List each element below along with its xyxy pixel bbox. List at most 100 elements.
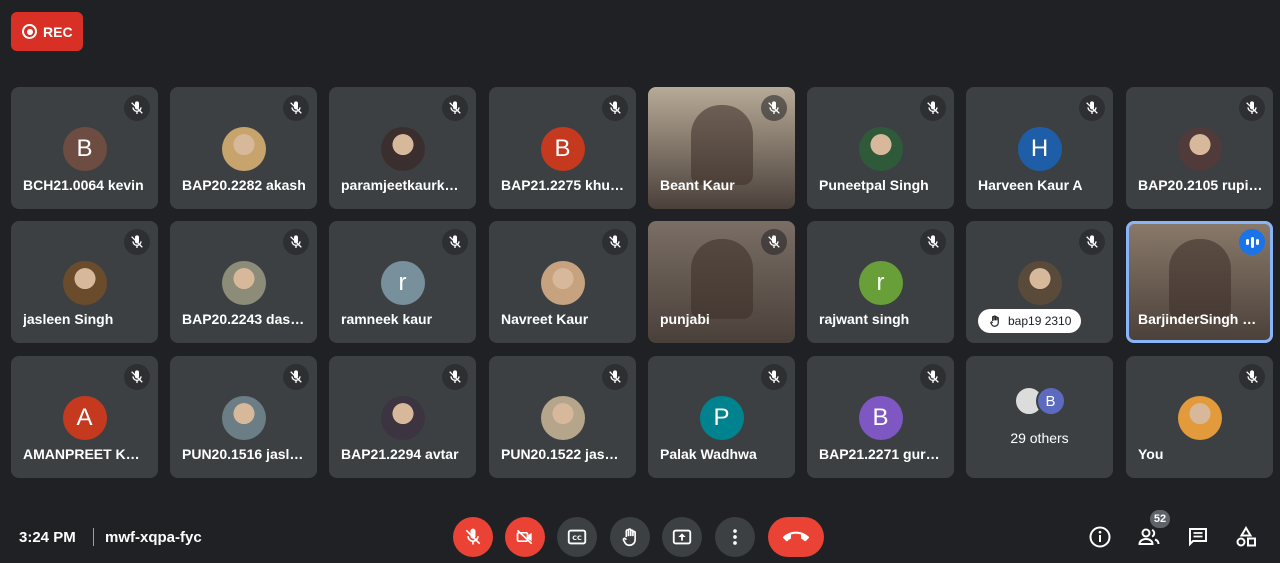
- participant-tile[interactable]: jasleen Singh: [11, 221, 158, 343]
- avatar: [1017, 261, 1062, 305]
- raise-hand-icon: [622, 528, 636, 547]
- participant-name: jasleen Singh: [23, 311, 114, 327]
- participant-tile[interactable]: BAP20.2282 akash: [170, 87, 317, 209]
- avatar: r: [858, 261, 903, 305]
- participant-tile[interactable]: PUN20.1522 jaspreet: [489, 356, 636, 478]
- raise-hand-button[interactable]: [610, 517, 650, 557]
- mic-off-icon: [609, 235, 621, 248]
- mic-muted-indicator: [920, 229, 946, 255]
- video-feed: [1168, 239, 1231, 319]
- participant-tile[interactable]: P Palak Wadhwa: [648, 356, 795, 478]
- participant-tile[interactable]: BAP21.2294 avtar: [329, 356, 476, 478]
- avatar: B: [1035, 386, 1066, 416]
- camera-toggle-button[interactable]: [505, 517, 545, 557]
- participant-tile[interactable]: r rajwant singh: [807, 221, 954, 343]
- participant-name: BAP20.2282 akash: [182, 177, 306, 193]
- mic-off-icon: [609, 101, 621, 114]
- participant-tile[interactable]: PUN20.1516 jaslove: [170, 356, 317, 478]
- mic-off-icon: [768, 235, 780, 248]
- participant-tile[interactable]: bap19 2310: [966, 221, 1113, 343]
- avatar: A: [62, 396, 107, 440]
- participant-tile[interactable]: B BCH21.0064 kevin: [11, 87, 158, 209]
- chat-button[interactable]: [1185, 524, 1211, 550]
- participant-tile[interactable]: BAP20.2243 daspreet: [170, 221, 317, 343]
- participant-tile[interactable]: Puneetpal Singh: [807, 87, 954, 209]
- avatar: [221, 127, 266, 171]
- others-tile[interactable]: B 29 others: [966, 356, 1113, 478]
- avatar: B: [540, 127, 585, 171]
- mic-muted-indicator: [602, 229, 628, 255]
- captions-button[interactable]: CC: [557, 517, 597, 557]
- mic-off-icon: [1086, 235, 1098, 248]
- participant-name: BAP20.2243 daspreet: [182, 311, 307, 327]
- bottom-bar: 3:24 PM mwf-xqpa-fyc CC 52: [0, 508, 1280, 563]
- mic-muted-indicator: [761, 364, 787, 390]
- mic-muted-indicator: [442, 95, 468, 121]
- recording-label: REC: [43, 23, 73, 40]
- mic-muted-indicator: [920, 95, 946, 121]
- mic-off-icon: [131, 101, 143, 114]
- mic-muted-indicator: [124, 95, 150, 121]
- avatar: P: [699, 396, 744, 440]
- participant-tile[interactable]: A AMANPREET KAUR: [11, 356, 158, 478]
- avatar: B: [858, 396, 903, 440]
- mic-off-icon: [927, 370, 939, 383]
- video-feed: [690, 239, 753, 319]
- mic-muted-indicator: [442, 229, 468, 255]
- mic-muted-indicator: [602, 364, 628, 390]
- participant-name: Palak Wadhwa: [660, 446, 757, 462]
- participant-name: BAP21.2275 khushi: [501, 177, 626, 193]
- meeting-details-button[interactable]: [1087, 524, 1113, 550]
- participant-tile[interactable]: punjabi: [648, 221, 795, 343]
- avatar: [380, 396, 425, 440]
- video-feed: [690, 105, 753, 185]
- avatar: r: [380, 261, 425, 305]
- participant-count-badge: 52: [1150, 510, 1170, 528]
- avatar: [221, 396, 266, 440]
- meeting-info-icon: [1089, 526, 1111, 548]
- mic-off-icon: [927, 235, 939, 248]
- mic-off-icon: [449, 370, 461, 383]
- mic-muted-indicator: [1239, 95, 1265, 121]
- camera-off-icon: [516, 529, 533, 545]
- avatar: [1177, 127, 1222, 171]
- mic-off-icon: [290, 101, 302, 114]
- avatar: [540, 396, 585, 440]
- mic-muted-indicator: [124, 364, 150, 390]
- participant-tile[interactable]: BarjinderSingh Sidhu: [1126, 221, 1273, 343]
- participant-tile[interactable]: r ramneek kaur: [329, 221, 476, 343]
- participant-tile[interactable]: paramjeetkaurkaur: [329, 87, 476, 209]
- mic-off-icon: [768, 101, 780, 114]
- raised-hand-chip: bap19 2310: [978, 309, 1082, 333]
- more-options-button[interactable]: [715, 517, 755, 557]
- participant-name: Beant Kaur: [660, 177, 735, 193]
- mic-off-icon: [449, 101, 461, 114]
- participant-tile[interactable]: Navreet Kaur: [489, 221, 636, 343]
- avatar: [1177, 396, 1222, 440]
- participant-tile[interactable]: You: [1126, 356, 1273, 478]
- activities-button[interactable]: [1233, 524, 1259, 550]
- participant-name: BarjinderSingh Sidhu: [1138, 311, 1263, 327]
- mic-off-icon: [1246, 101, 1258, 114]
- participant-tile[interactable]: B BAP21.2275 khushi: [489, 87, 636, 209]
- mic-muted-indicator: [1079, 95, 1105, 121]
- participant-tile[interactable]: B BAP21.2271 gurpreet: [807, 356, 954, 478]
- microphone-toggle-button[interactable]: [453, 517, 493, 557]
- participant-tile[interactable]: Beant Kaur: [648, 87, 795, 209]
- participant-tile[interactable]: H Harveen Kaur A: [966, 87, 1113, 209]
- mic-muted-indicator: [1239, 364, 1265, 390]
- end-call-button[interactable]: [768, 517, 824, 557]
- avatar: [62, 261, 107, 305]
- mic-muted-indicator: [283, 229, 309, 255]
- participant-name: paramjeetkaurkaur: [341, 177, 466, 193]
- raise-hand-icon: [990, 315, 999, 327]
- mic-off-icon: [609, 370, 621, 383]
- mic-muted-indicator: [761, 229, 787, 255]
- participant-name: BCH21.0064 kevin: [23, 177, 144, 193]
- present-screen-icon: [672, 529, 692, 545]
- others-count-label: 29 others: [1010, 430, 1069, 446]
- participant-name: Harveen Kaur A: [978, 177, 1083, 193]
- participant-tile[interactable]: BAP20.2105 rupinder: [1126, 87, 1273, 209]
- present-button[interactable]: [662, 517, 702, 557]
- recording-indicator[interactable]: REC: [11, 12, 83, 51]
